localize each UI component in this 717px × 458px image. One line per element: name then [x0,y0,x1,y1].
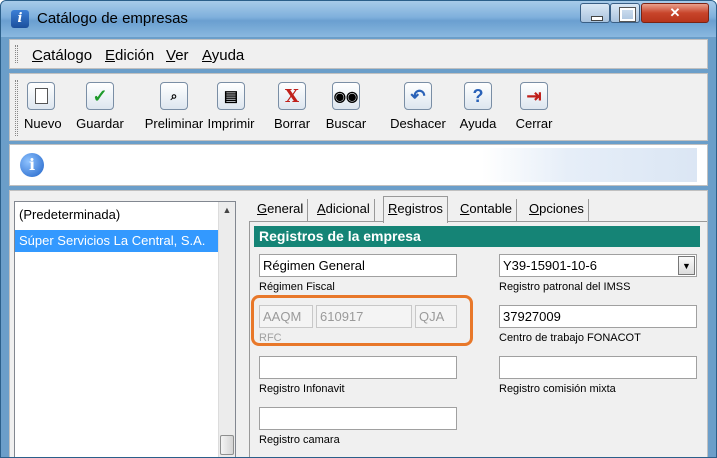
menu-catalogo[interactable]: Catálogo [32,47,92,64]
imprimir-button[interactable]: ▤ Imprimir [207,82,255,131]
print-preview-icon: ⌕ [160,82,188,110]
fonacot-field[interactable]: 37927009 [499,305,697,328]
buscar-label: Buscar [325,116,367,131]
help-icon: ? [464,82,492,110]
close-icon: ✕ [669,5,681,20]
maximize-icon [611,4,639,22]
registro-patronal-select[interactable]: Y39-15901-10-6 ▼ [499,254,697,277]
menu-grip-handle[interactable] [15,45,18,63]
regimen-fiscal-field[interactable]: Régimen General [259,254,457,277]
ayuda-button[interactable]: ? Ayuda [456,82,500,131]
new-document-icon [27,82,55,110]
comision-mixta-label: Registro comisión mixta [499,383,616,395]
info-bar-decoration [482,148,697,182]
fonacot-label: Centro de trabajo FONACOT [499,332,641,344]
close-button[interactable]: ✕ [641,3,709,23]
tab-contable[interactable]: Contable [456,199,518,221]
menu-ayuda[interactable]: Ayuda [202,47,244,64]
deshacer-button[interactable]: ↶ Deshacer [387,82,449,131]
info-bar: i [9,144,708,186]
tab-opciones[interactable]: Opciones [525,199,589,221]
tab-adicional[interactable]: Adicional [313,199,375,221]
title-bar[interactable]: i Catálogo de empresas ✕ [1,1,716,37]
company-list[interactable]: (Predeterminada) Súper Servicios La Cent… [14,201,236,457]
exit-door-icon: ⇥ [520,82,548,110]
preliminar-label: Preliminar [144,116,204,131]
window-title: Catálogo de empresas [37,10,188,27]
menu-edicion[interactable]: Edición [105,47,154,64]
menu-ver[interactable]: Ver [166,47,189,64]
camara-field[interactable] [259,407,457,430]
buscar-button[interactable]: ◉◉ Buscar [322,82,370,131]
section-header: Registros de la empresa [254,226,700,247]
minimize-icon [581,4,609,22]
app-logo-icon: i [11,10,29,28]
app-window: i Catálogo de empresas ✕ Catálogo Edició… [0,0,717,458]
registro-patronal-label: Registro patronal del IMSS [499,281,631,293]
infonavit-label: Registro Infonavit [259,383,345,395]
list-scrollbar[interactable]: ▲ [218,202,235,457]
toolbar: Nuevo ✓ Guardar ⌕ Preliminar ▤ Imprimir … [9,73,708,141]
imprimir-label: Imprimir [207,116,255,131]
tab-registros[interactable]: Registros [383,196,448,223]
nuevo-label: Nuevo [24,116,62,131]
tab-general[interactable]: General [253,199,309,221]
minimize-button[interactable] [580,3,610,23]
maximize-button[interactable] [610,3,640,23]
menu-bar: Catálogo Edición Ver Ayuda [9,39,708,69]
printer-icon: ▤ [217,82,245,110]
toolbar-grip-handle[interactable] [15,80,18,136]
info-icon: i [20,153,44,177]
registro-patronal-value: Y39-15901-10-6 [503,258,597,273]
checkmark-icon: ✓ [86,82,114,110]
undo-icon: ↶ [404,82,432,110]
list-item[interactable]: (Predeterminada) [15,204,218,226]
borrar-button[interactable]: X Borrar [270,82,314,131]
guardar-button[interactable]: ✓ Guardar [72,82,128,131]
ayuda-label: Ayuda [459,116,497,131]
chevron-down-icon[interactable]: ▼ [678,256,695,275]
list-item-selected[interactable]: Súper Servicios La Central, S.A. [15,230,218,252]
comision-mixta-field[interactable] [499,356,697,379]
content-area: (Predeterminada) Súper Servicios La Cent… [9,190,708,457]
regimen-fiscal-label: Régimen Fiscal [259,281,335,293]
fonacot-highlight [251,295,473,346]
delete-x-icon: X [278,82,306,110]
preliminar-button[interactable]: ⌕ Preliminar [140,82,208,131]
scroll-up-arrow-icon[interactable]: ▲ [219,202,235,219]
cerrar-label: Cerrar [515,116,553,131]
nuevo-button[interactable]: Nuevo [24,82,62,131]
scroll-thumb[interactable] [220,435,234,455]
deshacer-label: Deshacer [390,116,446,131]
binoculars-icon: ◉◉ [332,82,360,110]
cerrar-button[interactable]: ⇥ Cerrar [512,82,556,131]
camara-label: Registro camara [259,434,340,446]
guardar-label: Guardar [76,116,124,131]
borrar-label: Borrar [273,116,311,131]
infonavit-field[interactable] [259,356,457,379]
